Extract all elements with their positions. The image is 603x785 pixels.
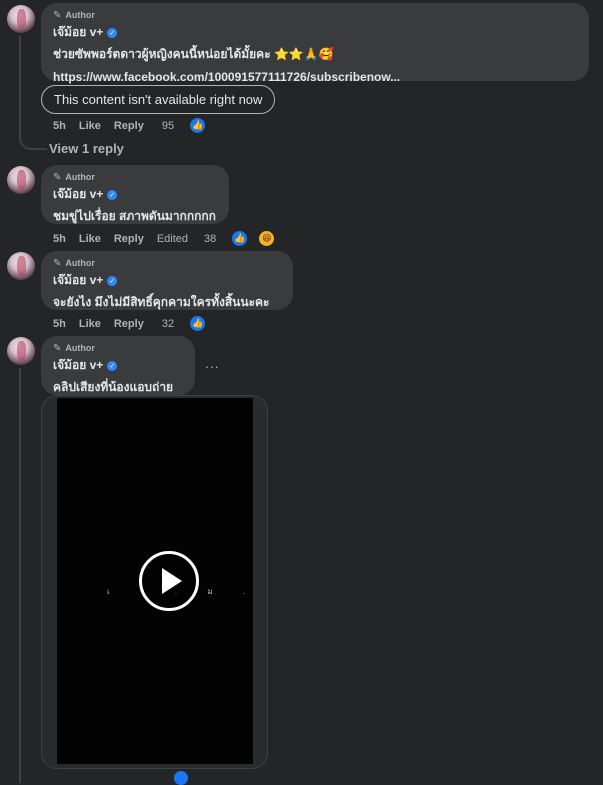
edited-label[interactable]: Edited: [157, 233, 188, 245]
comment-text: จะยังไง มึงไม่มีสิทธิ์คุกคามใครทั้งสิ้นน…: [53, 295, 270, 309]
reaction-summary[interactable]: 38 👍 😆: [204, 230, 288, 247]
reaction-summary[interactable]: 95 👍: [162, 117, 219, 134]
avatar[interactable]: [7, 5, 35, 33]
reaction-count: 95: [161, 119, 175, 132]
commenter-name[interactable]: เจ๊ม้อย v+: [53, 271, 103, 290]
author-tag-label: Author: [65, 10, 95, 20]
comment-actions-partial: [52, 773, 55, 785]
timestamp[interactable]: 5h: [53, 233, 66, 245]
like-thumb-icon: 👍: [189, 117, 207, 134]
reaction-count: 32: [161, 317, 175, 330]
comment-bubble: ✎ Author เจ๊ม้อย v+ ✓ ชมขู่ไปเรื่อย สภาพ…: [41, 165, 229, 224]
timestamp[interactable]: 5h: [53, 318, 66, 330]
unavailable-content-notice: This content isn't available right now: [41, 85, 276, 114]
verified-badge-icon: ✓: [107, 360, 118, 371]
video-attachment[interactable]: เ จ . ม . . ย v +: [41, 395, 268, 769]
reaction-summary[interactable]: 32 👍: [162, 315, 219, 332]
author-tag: ✎ Author: [53, 9, 577, 21]
avatar[interactable]: [7, 252, 35, 280]
author-tag: ✎ Author: [53, 171, 217, 183]
comment-link[interactable]: https://www.facebook.com/100091577111726…: [53, 70, 577, 84]
comment-bubble: ✎ Author เจ๊ม้อย v+ ✓ คลิปเสียงที่น้องแอ…: [41, 336, 195, 395]
verified-badge-icon: ✓: [107, 27, 118, 38]
commenter-name[interactable]: เจ๊ม้อย v+: [53, 23, 103, 42]
haha-emoji-icon: 😆: [258, 230, 276, 247]
verified-badge-icon: ✓: [107, 189, 118, 200]
comment-actions: 5h Like Reply 95 👍: [53, 117, 219, 134]
reply-button[interactable]: Reply: [114, 120, 144, 132]
reply-button[interactable]: Reply: [114, 318, 144, 330]
like-thumb-icon: 👍: [231, 230, 249, 247]
reply-button[interactable]: Reply: [114, 233, 144, 245]
pencil-icon: ✎: [53, 9, 62, 21]
commenter-name[interactable]: เจ๊ม้อย v+: [53, 185, 103, 204]
thread-line: [19, 36, 21, 122]
like-button[interactable]: Like: [79, 120, 101, 132]
avatar[interactable]: [7, 337, 35, 365]
comment-actions: 5h Like Reply Edited 38 👍 😆: [53, 230, 288, 247]
avatar[interactable]: [7, 166, 35, 194]
reply-connector: [19, 120, 47, 150]
author-tag-label: Author: [65, 343, 95, 353]
pencil-icon: ✎: [53, 171, 62, 183]
pencil-icon: ✎: [53, 257, 62, 269]
comment-text: ช่วยซัพพอร์ตดาวผู้หญิงคนนี้หน่อยได้มั้ยค…: [53, 47, 334, 61]
comment-text: ชมขู่ไปเรื่อย สภาพดันมากกกกก: [53, 209, 216, 223]
view-replies-link[interactable]: View 1 reply: [49, 141, 124, 156]
verified-badge-icon: ✓: [107, 275, 118, 286]
commenter-name[interactable]: เจ๊ม้อย v+: [53, 356, 103, 375]
author-tag: ✎ Author: [53, 257, 281, 269]
comment-actions: 5h Like Reply 32 👍: [53, 315, 219, 332]
like-thumb-icon: 👍: [189, 315, 207, 332]
pencil-icon: ✎: [53, 342, 62, 354]
more-options-icon[interactable]: ...: [205, 355, 220, 371]
play-icon[interactable]: [139, 551, 199, 611]
like-button[interactable]: Like: [79, 233, 101, 245]
video-player[interactable]: เ จ . ม . . ย v +: [57, 398, 267, 764]
reaction-count: 38: [204, 232, 217, 245]
like-button[interactable]: Like: [79, 318, 101, 330]
thread-line: [19, 368, 21, 783]
timestamp[interactable]: 5h: [53, 120, 66, 132]
comment-bubble: ✎ Author เจ๊ม้อย v+ ✓ จะยังไง มึงไม่มีสิ…: [41, 251, 293, 310]
author-tag-label: Author: [65, 258, 95, 268]
author-tag-label: Author: [65, 172, 95, 182]
author-tag: ✎ Author: [53, 342, 183, 354]
comment-bubble: ✎ Author เจ๊ม้อย v+ ✓ ช่วยซัพพอร์ตดาวผู้…: [41, 3, 589, 84]
